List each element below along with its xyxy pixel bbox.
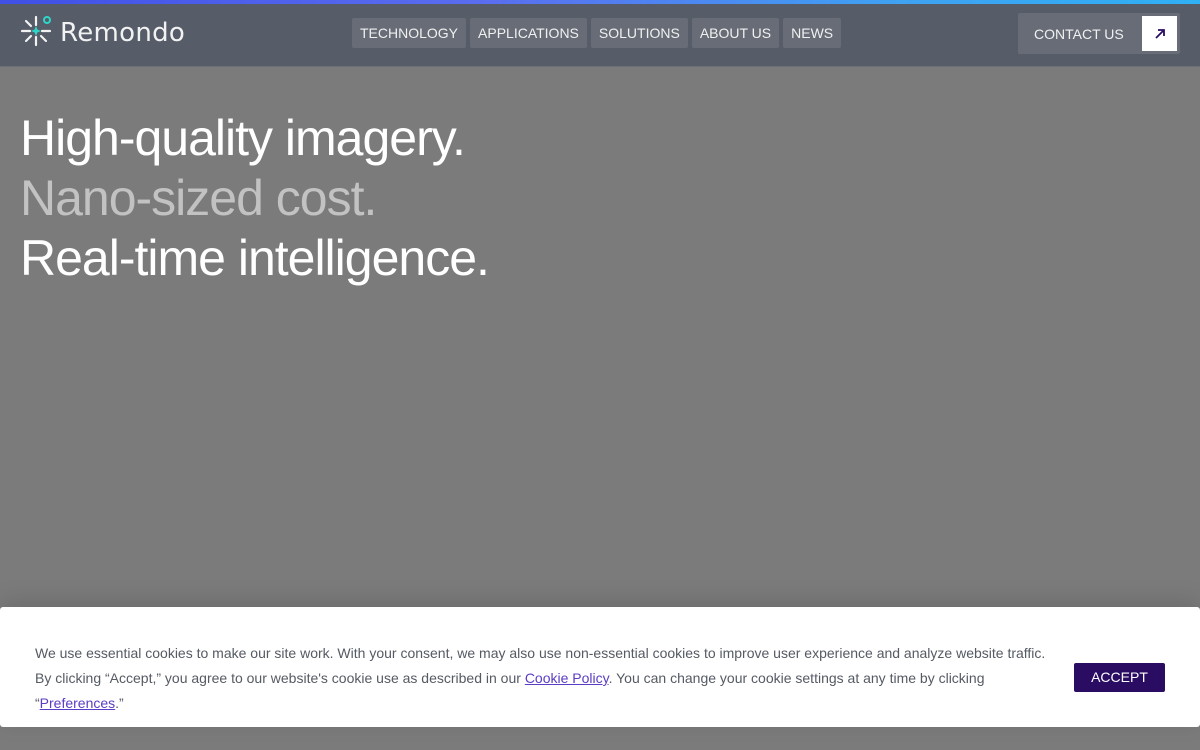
nav-item-technology[interactable]: TECHNOLOGY xyxy=(352,18,467,48)
brand-logo[interactable]: Remondo xyxy=(20,15,186,52)
cookie-message: We use essential cookies to make our sit… xyxy=(35,641,1055,716)
remondo-sparkle-logo-icon xyxy=(20,15,52,52)
nav-item-applications[interactable]: APPLICATIONS xyxy=(470,18,587,48)
nav-item-about-us[interactable]: ABOUT US xyxy=(691,18,780,48)
cookie-text-part-3: .” xyxy=(115,695,124,711)
cookie-policy-link[interactable]: Cookie Policy xyxy=(525,670,609,686)
preferences-link[interactable]: Preferences xyxy=(40,695,115,711)
brand-name: Remondo xyxy=(60,18,186,48)
hero-headline: High-quality imagery. Nano-sized cost. R… xyxy=(20,108,490,288)
arrow-up-right-icon xyxy=(1142,16,1177,51)
accept-cookies-button[interactable]: ACCEPT xyxy=(1074,663,1165,692)
contact-us-label: CONTACT US xyxy=(1034,25,1124,42)
nav-item-news[interactable]: NEWS xyxy=(783,18,842,48)
hero-line-2: Nano-sized cost. xyxy=(20,170,377,226)
nav-item-solutions[interactable]: SOLUTIONS xyxy=(590,18,688,48)
cookie-banner: We use essential cookies to make our sit… xyxy=(0,607,1200,727)
hero-line-3: Real-time intelligence. xyxy=(20,230,490,286)
main-nav: TECHNOLOGY APPLICATIONS SOLUTIONS ABOUT … xyxy=(352,18,842,48)
site-header: Remondo TECHNOLOGY APPLICATIONS SOLUTION… xyxy=(0,4,1200,67)
hero-line-1: High-quality imagery. xyxy=(20,110,466,166)
contact-us-button[interactable]: CONTACT US xyxy=(1018,13,1180,54)
